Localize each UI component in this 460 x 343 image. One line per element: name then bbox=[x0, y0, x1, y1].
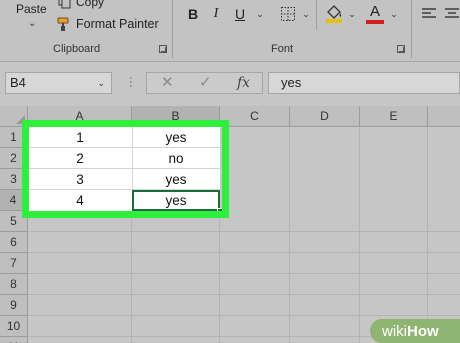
gridline bbox=[28, 252, 460, 253]
align-center-icon bbox=[445, 8, 459, 18]
bold-button[interactable]: B bbox=[185, 4, 201, 24]
cancel-icon[interactable]: ✕ bbox=[161, 73, 174, 93]
column-header-e[interactable]: E bbox=[360, 106, 428, 127]
paint-bucket-icon bbox=[326, 5, 342, 23]
underline-button[interactable]: U bbox=[233, 4, 247, 24]
clipboard-group-label: Clipboard bbox=[53, 43, 101, 55]
copy-button[interactable]: Copy bbox=[58, 0, 104, 10]
watermark: wiki How bbox=[370, 319, 460, 343]
column-header-f[interactable] bbox=[428, 106, 460, 127]
chevron-down-icon[interactable]: ⌄ bbox=[97, 73, 105, 93]
formula-bar-grip-icon[interactable]: ⋯ bbox=[124, 76, 138, 87]
copy-label: Copy bbox=[76, 0, 105, 9]
worksheet-grid[interactable]: A B C D E 1 2 3 4 5 6 7 8 9 10 11 1 yes … bbox=[0, 106, 460, 343]
formula-buttons: ✕ ✓ fx bbox=[146, 72, 263, 94]
gridline bbox=[28, 315, 460, 316]
font-color-button[interactable]: A bbox=[364, 4, 386, 24]
chevron-down-icon[interactable]: ⌄ bbox=[28, 18, 36, 29]
row-header-11[interactable]: 11 bbox=[0, 337, 28, 343]
row-header-6[interactable]: 6 bbox=[0, 232, 28, 253]
row-header-10[interactable]: 10 bbox=[0, 316, 28, 337]
font-group-label: Font bbox=[271, 43, 294, 55]
insert-function-button[interactable]: fx bbox=[237, 73, 250, 93]
gridline bbox=[28, 294, 460, 295]
fill-color-dropdown-icon[interactable]: ⌄ bbox=[347, 4, 357, 24]
ribbon: Paste ⌄ Copy Format Painter Clipboard B … bbox=[0, 0, 460, 62]
formula-input[interactable]: yes bbox=[268, 72, 460, 94]
align-left-button[interactable] bbox=[420, 4, 438, 24]
name-box[interactable]: B4 ⌄ bbox=[5, 72, 112, 94]
fill-color-button[interactable] bbox=[323, 4, 345, 24]
divider bbox=[411, 0, 412, 58]
highlight-box bbox=[22, 120, 229, 218]
formula-bar: B4 ⌄ ⋯ ✕ ✓ fx yes bbox=[0, 62, 460, 106]
copy-icon bbox=[58, 0, 71, 9]
borders-icon bbox=[281, 7, 295, 21]
paintbrush-icon bbox=[57, 17, 69, 31]
align-center-button[interactable] bbox=[444, 4, 460, 24]
font-dialog-launcher-icon[interactable] bbox=[397, 45, 405, 53]
borders-dropdown-icon[interactable]: ⌄ bbox=[301, 4, 311, 24]
column-header-c[interactable]: C bbox=[220, 106, 290, 127]
divider bbox=[316, 0, 317, 30]
borders-button[interactable] bbox=[278, 4, 298, 24]
gridline bbox=[427, 127, 428, 343]
underline-dropdown-icon[interactable]: ⌄ bbox=[255, 4, 265, 24]
row-header-9[interactable]: 9 bbox=[0, 295, 28, 316]
gridline bbox=[28, 231, 460, 232]
paste-button[interactable]: Paste bbox=[16, 2, 47, 16]
clipboard-dialog-launcher-icon[interactable] bbox=[159, 45, 167, 53]
watermark-wiki: wiki bbox=[382, 322, 407, 340]
align-left-icon bbox=[422, 8, 436, 18]
column-header-d[interactable]: D bbox=[290, 106, 360, 127]
enter-icon[interactable]: ✓ bbox=[199, 73, 212, 93]
italic-button[interactable]: I bbox=[209, 4, 223, 24]
row-header-7[interactable]: 7 bbox=[0, 253, 28, 274]
font-color-dropdown-icon[interactable]: ⌄ bbox=[389, 4, 399, 24]
watermark-how: How bbox=[407, 322, 439, 340]
format-painter-label: Format Painter bbox=[76, 17, 159, 31]
gridline bbox=[289, 127, 290, 343]
divider bbox=[172, 0, 173, 58]
font-color-swatch bbox=[366, 19, 384, 24]
gridline bbox=[359, 127, 360, 343]
format-painter-button[interactable]: Format Painter bbox=[56, 15, 159, 33]
font-color-letter: A bbox=[369, 2, 380, 20]
name-box-value: B4 bbox=[10, 75, 26, 90]
row-header-8[interactable]: 8 bbox=[0, 274, 28, 295]
gridline bbox=[28, 273, 460, 274]
